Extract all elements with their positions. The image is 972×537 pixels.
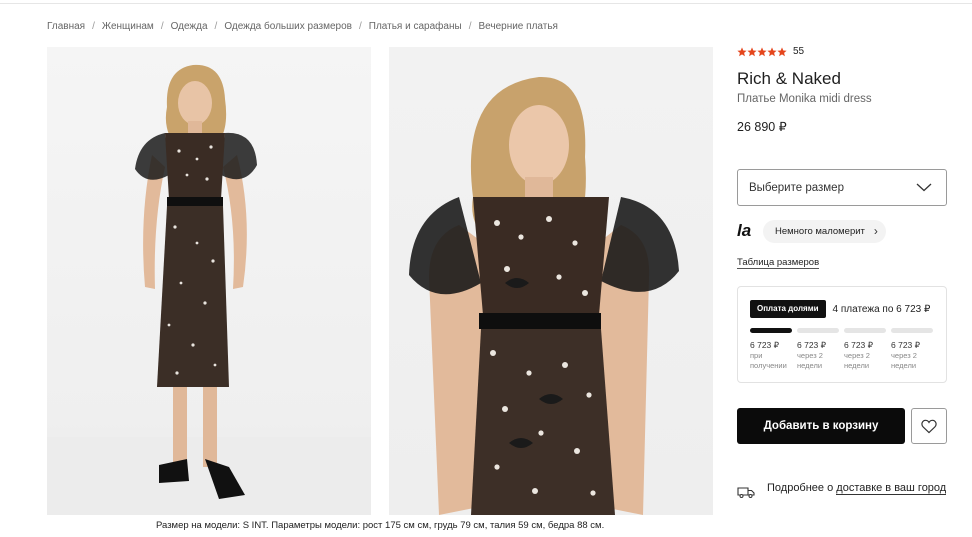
chevron-down-icon — [916, 183, 932, 192]
star-icon — [767, 46, 777, 56]
top-divider — [0, 3, 972, 4]
fit-row: la Немного маломерит › — [737, 219, 886, 243]
star-icon — [777, 46, 787, 56]
product-brand[interactable]: Rich & Naked — [737, 69, 841, 89]
installment-when: недели — [844, 361, 870, 370]
delivery-prefix: Подробнее о — [767, 482, 837, 494]
rating-stars — [737, 46, 787, 57]
installment-when: недели — [797, 361, 823, 370]
breadcrumb-plus-size[interactable]: Одежда больших размеров — [224, 21, 352, 32]
breadcrumb-separator: / — [214, 20, 218, 32]
installments-widget[interactable]: Оплата долями 4 платежа по 6 723 ₽ 6 723… — [737, 286, 947, 383]
installments-badge: Оплата долями — [750, 300, 826, 318]
product-price: 26 890 ₽ — [737, 120, 787, 134]
installment-when: получении — [750, 361, 787, 370]
model-illustration-closeup — [409, 76, 679, 515]
star-icon — [757, 46, 767, 56]
size-table-link[interactable]: Таблица размеров — [737, 257, 820, 269]
size-select[interactable]: Выберите размер — [737, 169, 947, 206]
add-to-cart-button[interactable]: Добавить в корзину — [737, 408, 905, 444]
star-icon — [747, 46, 757, 56]
fit-badge[interactable]: Немного маломерит › — [763, 219, 886, 243]
installment-payment: 6 723 ₽ при получении — [750, 340, 792, 371]
model-size-note: Размер на модели: S INT. Параметры модел… — [156, 520, 605, 531]
installment-when: через 2 — [797, 351, 823, 360]
heart-icon — [921, 419, 937, 433]
installments-header: Оплата долями 4 платежа по 6 723 ₽ — [750, 300, 930, 318]
installment-when: через 2 — [891, 351, 917, 360]
breadcrumb-dresses[interactable]: Платья и сарафаны — [369, 21, 462, 32]
product-rating[interactable]: 55 — [737, 46, 804, 57]
breadcrumb: Главная / Женщинам / Одежда / Одежда бол… — [47, 19, 558, 33]
product-name: Платье Monika midi dress — [737, 93, 872, 105]
star-icon — [737, 46, 747, 56]
installment-payment: 6 723 ₽ через 2 недели — [891, 340, 933, 371]
breadcrumb-home[interactable]: Главная — [47, 21, 85, 32]
installment-payment: 6 723 ₽ через 2 недели — [797, 340, 839, 371]
installment-bar — [844, 328, 886, 333]
la-logo: la — [737, 221, 752, 240]
installment-bar — [891, 328, 933, 333]
installment-amount: 6 723 ₽ — [797, 340, 827, 350]
installment-when: при — [750, 351, 763, 360]
breadcrumb-evening-dresses[interactable]: Вечерние платья — [478, 21, 557, 32]
favorite-button[interactable] — [911, 408, 947, 444]
breadcrumb-separator: / — [160, 20, 164, 32]
size-select-placeholder: Выберите размер — [749, 181, 844, 194]
installments-progress — [750, 328, 938, 333]
product-photo-full-length[interactable] — [47, 47, 371, 515]
installment-amount: 6 723 ₽ — [750, 340, 780, 350]
delivery-link[interactable]: доставке в ваш город — [836, 482, 947, 495]
breadcrumb-separator: / — [468, 20, 472, 32]
installment-bar — [750, 328, 792, 333]
installment-bar — [797, 328, 839, 333]
model-illustration-full — [47, 64, 371, 515]
delivery-text: Подробнее о доставке в ваш город — [767, 481, 947, 496]
breadcrumb-clothing[interactable]: Одежда — [171, 21, 208, 32]
installments-summary: 4 платежа по 6 723 ₽ — [832, 303, 931, 315]
breadcrumb-separator: / — [359, 20, 362, 32]
installment-payment: 6 723 ₽ через 2 недели — [844, 340, 886, 371]
breadcrumb-women[interactable]: Женщинам — [102, 21, 154, 32]
product-photo-closeup[interactable] — [389, 47, 713, 515]
breadcrumb-separator: / — [92, 20, 95, 32]
installment-amount: 6 723 ₽ — [891, 340, 921, 350]
chevron-right-icon: › — [873, 224, 878, 238]
delivery-info: Подробнее о доставке в ваш город — [737, 481, 947, 498]
rating-count: 55 — [793, 46, 805, 57]
installments-schedule: 6 723 ₽ при получении 6 723 ₽ через 2 не… — [750, 340, 938, 371]
installment-amount: 6 723 ₽ — [844, 340, 874, 350]
installment-when: недели — [891, 361, 917, 370]
truck-icon — [737, 487, 755, 498]
installment-when: через 2 — [844, 351, 870, 360]
fit-badge-text: Немного маломерит — [775, 225, 865, 237]
